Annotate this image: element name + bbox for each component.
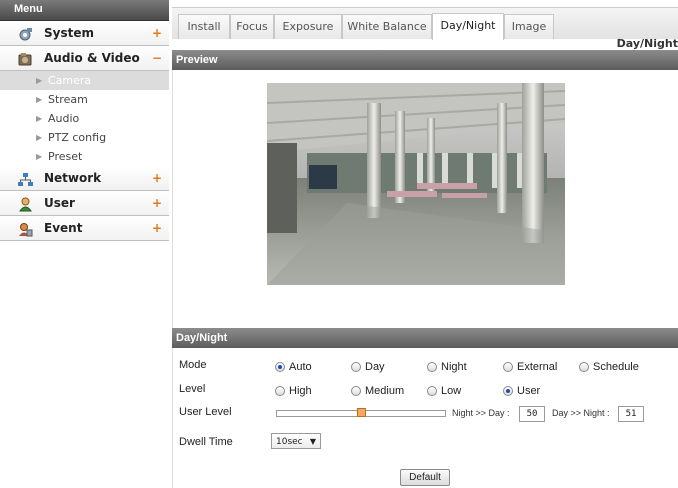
slider-handle[interactable] — [357, 408, 366, 417]
sidebar-subitem-ptz-config[interactable]: ▶ PTZ config — [0, 128, 169, 147]
radio-icon — [503, 362, 513, 372]
system-gear-icon — [18, 26, 33, 41]
expand-icon[interactable]: + — [152, 216, 162, 240]
tab-install[interactable]: Install — [178, 14, 230, 39]
option-label: Day — [365, 361, 385, 373]
tab-white-balance[interactable]: White Balance — [342, 14, 432, 39]
dwell-time-select[interactable]: 10sec ▼ — [271, 433, 321, 449]
dwell-time-label: Dwell Time — [179, 436, 233, 448]
option-label: Auto — [289, 361, 312, 373]
preview-section-header: Preview — [172, 50, 678, 70]
subitem-label: Stream — [48, 93, 88, 106]
tab-exposure[interactable]: Exposure — [274, 14, 342, 39]
radio-icon — [427, 362, 437, 372]
user-level-label: User Level — [179, 406, 232, 418]
chevron-right-icon: ▶ — [36, 95, 43, 104]
expand-icon[interactable]: + — [152, 21, 162, 45]
radio-selected-icon — [503, 386, 513, 396]
day-to-night-label: Day >> Night : — [552, 408, 610, 418]
expand-icon[interactable]: + — [152, 191, 162, 215]
tab-day-night[interactable]: Day/Night — [432, 13, 504, 40]
level-user-radio[interactable]: User — [503, 385, 540, 397]
network-icon — [18, 171, 33, 186]
section-divider — [172, 348, 173, 488]
sidebar-item-label: Network — [44, 171, 102, 185]
tab-focus[interactable]: Focus — [230, 14, 274, 39]
sidebar-item-label: User — [44, 196, 75, 210]
sidebar: Menu System + Audio & Video − ▶ Camera ▶… — [0, 0, 169, 488]
user-icon — [18, 196, 33, 212]
camera-preview-image — [267, 83, 565, 285]
sidebar-item-label: Audio & Video — [44, 51, 140, 65]
user-level-slider[interactable] — [276, 408, 446, 417]
tab-bar: Install Focus Exposure White Balance Day… — [172, 7, 678, 40]
level-low-radio[interactable]: Low — [427, 385, 461, 397]
mode-label: Mode — [179, 359, 207, 371]
option-label: User — [517, 385, 541, 397]
option-label: External — [517, 361, 558, 373]
mode-day-radio[interactable]: Day — [351, 361, 385, 373]
sidebar-item-system[interactable]: System + — [0, 21, 169, 46]
day-to-night-input[interactable]: 51 — [618, 406, 644, 422]
sidebar-subitem-audio[interactable]: ▶ Audio — [0, 109, 169, 128]
option-label: High — [289, 385, 312, 397]
mode-auto-radio[interactable]: Auto — [275, 361, 312, 373]
sidebar-item-label: System — [44, 26, 94, 40]
chevron-right-icon: ▶ — [36, 133, 43, 142]
expand-icon[interactable]: + — [152, 166, 162, 190]
level-high-radio[interactable]: High — [275, 385, 312, 397]
sidebar-item-user[interactable]: User + — [0, 191, 169, 216]
chevron-right-icon: ▶ — [36, 114, 43, 123]
level-label: Level — [179, 383, 206, 395]
radio-icon — [351, 386, 361, 396]
camera-media-icon — [18, 51, 33, 66]
option-label: Schedule — [593, 361, 639, 373]
sidebar-item-network[interactable]: Network + — [0, 166, 169, 191]
collapse-icon[interactable]: − — [152, 46, 162, 70]
select-value: 10sec — [276, 437, 303, 447]
default-button[interactable]: Default — [400, 469, 450, 486]
subitem-label: Camera — [48, 74, 92, 87]
main-panel: Install Focus Exposure White Balance Day… — [171, 4, 678, 488]
sidebar-subitem-stream[interactable]: ▶ Stream — [0, 90, 169, 109]
night-to-day-label: Night >> Day : — [452, 408, 510, 418]
level-medium-radio[interactable]: Medium — [351, 385, 404, 397]
mode-schedule-radio[interactable]: Schedule — [579, 361, 639, 373]
mode-external-radio[interactable]: External — [503, 361, 557, 373]
tab-image[interactable]: Image — [504, 14, 554, 39]
subitem-label: Audio — [48, 112, 80, 125]
chevron-right-icon: ▶ — [36, 152, 43, 161]
chevron-right-icon: ▶ — [36, 76, 43, 85]
event-icon — [18, 221, 33, 237]
radio-icon — [351, 362, 361, 372]
sidebar-item-event[interactable]: Event + — [0, 216, 169, 241]
radio-icon — [427, 386, 437, 396]
radio-icon — [275, 386, 285, 396]
option-label: Low — [441, 385, 462, 397]
radio-icon — [579, 362, 589, 372]
sidebar-subitem-camera[interactable]: ▶ Camera — [0, 71, 169, 90]
preview-area — [172, 70, 678, 328]
subitem-label: PTZ config — [48, 131, 107, 144]
dropdown-arrow-icon: ▼ — [309, 437, 316, 446]
subitem-label: Preset — [48, 150, 83, 163]
radio-selected-icon — [275, 362, 285, 372]
sidebar-subitem-preset[interactable]: ▶ Preset — [0, 147, 169, 166]
option-label: Medium — [365, 385, 405, 397]
mode-night-radio[interactable]: Night — [427, 361, 467, 373]
sidebar-item-audio-video[interactable]: Audio & Video − — [0, 46, 169, 71]
option-label: Night — [441, 361, 467, 373]
daynight-section-header: Day/Night — [172, 328, 678, 348]
menu-header: Menu — [0, 0, 169, 21]
night-to-day-input[interactable]: 50 — [519, 406, 545, 422]
page-title: Day/Night — [616, 37, 678, 50]
sidebar-item-label: Event — [44, 221, 83, 235]
